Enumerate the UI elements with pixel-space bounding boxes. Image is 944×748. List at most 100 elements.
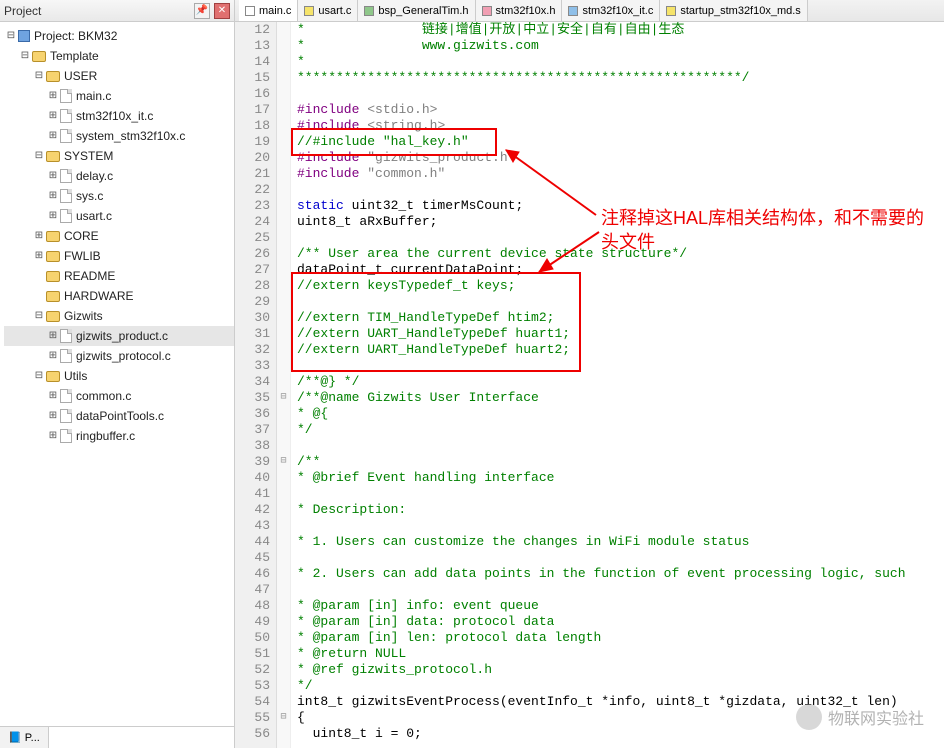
editor-tab[interactable]: bsp_GeneralTim.h (358, 0, 475, 21)
line-number: 17 (235, 102, 270, 118)
expand-icon[interactable]: ⊟ (18, 47, 32, 65)
expand-icon[interactable]: ⊞ (46, 87, 60, 105)
expand-icon[interactable]: ⊟ (32, 67, 46, 85)
editor-tab[interactable]: main.c (239, 0, 298, 21)
line-number: 42 (235, 502, 270, 518)
expand-icon[interactable]: ⊞ (46, 407, 60, 425)
tree-item[interactable]: ⊞delay.c (4, 166, 234, 186)
tree-item[interactable]: ⊞stm32f10x_it.c (4, 106, 234, 126)
tree-item[interactable]: ⊞CORE (4, 226, 234, 246)
editor-tab[interactable]: stm32f10x.h (476, 0, 563, 21)
code-line[interactable] (291, 438, 944, 454)
code-line[interactable]: /**@} */ (291, 374, 944, 390)
fold-toggle[interactable]: ⊟ (277, 390, 290, 406)
code-line[interactable] (291, 486, 944, 502)
editor-tab[interactable]: stm32f10x_it.c (562, 0, 660, 21)
expand-icon[interactable]: ⊞ (32, 227, 46, 245)
code-line[interactable]: * Description: (291, 502, 944, 518)
expand-icon[interactable]: ⊞ (46, 187, 60, 205)
code-line[interactable]: //#include "hal_key.h" (291, 134, 944, 150)
code-line[interactable]: */ (291, 678, 944, 694)
tree-item[interactable]: ⊟SYSTEM (4, 146, 234, 166)
fold-toggle (277, 550, 290, 566)
footer-tab[interactable]: 📘 P... (0, 727, 49, 748)
tree-item[interactable]: ⊞gizwits_product.c (4, 326, 234, 346)
file-c-icon (60, 129, 72, 143)
code-line[interactable]: * @return NULL (291, 646, 944, 662)
editor-tab[interactable]: startup_stm32f10x_md.s (660, 0, 807, 21)
tree-item[interactable]: ⊞system_stm32f10x.c (4, 126, 234, 146)
code-line[interactable]: /** (291, 454, 944, 470)
tree-item[interactable]: ⊟ Template (4, 46, 234, 66)
tree-item[interactable]: HARDWARE (4, 286, 234, 306)
code-line[interactable] (291, 86, 944, 102)
code-line[interactable]: * (291, 54, 944, 70)
expand-icon[interactable]: ⊞ (46, 387, 60, 405)
code-line[interactable]: //extern UART_HandleTypeDef huart2; (291, 342, 944, 358)
tree-item[interactable]: ⊞gizwits_protocol.c (4, 346, 234, 366)
tree-item[interactable]: ⊟Utils (4, 366, 234, 386)
code-line[interactable]: */ (291, 422, 944, 438)
expand-icon[interactable]: ⊞ (32, 247, 46, 265)
code-line[interactable] (291, 358, 944, 374)
code-line[interactable]: //extern keysTypedef_t keys; (291, 278, 944, 294)
code-line[interactable] (291, 582, 944, 598)
tree-item[interactable]: ⊞ringbuffer.c (4, 426, 234, 446)
project-tree[interactable]: ⊟Project: BKM32⊟Template⊟USER⊞main.c⊞stm… (0, 22, 234, 446)
code-line[interactable]: * @param [in] info: event queue (291, 598, 944, 614)
code-line[interactable] (291, 550, 944, 566)
code-line[interactable]: //extern TIM_HandleTypeDef htim2; (291, 310, 944, 326)
code-line[interactable]: * @ref gizwits_protocol.h (291, 662, 944, 678)
code-line[interactable]: //extern UART_HandleTypeDef huart1; (291, 326, 944, 342)
tree-item[interactable]: ⊞common.c (4, 386, 234, 406)
tree-item[interactable]: README (4, 266, 234, 286)
code-line[interactable]: * 链接|增值|开放|中立|安全|自有|自由|生态 (291, 22, 944, 38)
code-line[interactable]: * @{ (291, 406, 944, 422)
tree-item[interactable]: ⊟USER (4, 66, 234, 86)
line-number: 50 (235, 630, 270, 646)
code-line[interactable]: * @brief Event handling interface (291, 470, 944, 486)
code-line[interactable]: * 1. Users can customize the changes in … (291, 534, 944, 550)
code-line[interactable]: * @param [in] len: protocol data length (291, 630, 944, 646)
expand-icon[interactable]: ⊞ (46, 207, 60, 225)
tree-label: Template (50, 47, 99, 65)
expand-icon[interactable]: ⊞ (46, 347, 60, 365)
code-line[interactable]: * @param [in] data: protocol data (291, 614, 944, 630)
code-line[interactable]: #include "common.h" (291, 166, 944, 182)
tree-item[interactable]: ⊞dataPointTools.c (4, 406, 234, 426)
tree-item[interactable]: ⊞sys.c (4, 186, 234, 206)
code-area[interactable]: 注释掉这HAL库相关结构体，和不需要的 头文件 * 链接|增值|开放|中立|安全… (291, 22, 944, 748)
expand-icon[interactable]: ⊞ (46, 107, 60, 125)
tree-item[interactable]: ⊟Gizwits (4, 306, 234, 326)
tree-item[interactable]: ⊟Project: BKM32 (4, 26, 234, 46)
code-line[interactable]: #include "gizwits_product.h" (291, 150, 944, 166)
expand-icon[interactable]: ⊞ (46, 127, 60, 145)
code-line[interactable]: * www.gizwits.com (291, 38, 944, 54)
expand-icon[interactable]: ⊟ (32, 307, 46, 325)
code-line[interactable]: /**@name Gizwits User Interface (291, 390, 944, 406)
fold-toggle[interactable]: ⊟ (277, 454, 290, 470)
code-line[interactable]: #include <stdio.h> (291, 102, 944, 118)
editor-tab[interactable]: usart.c (298, 0, 358, 21)
code-line[interactable]: #include <string.h> (291, 118, 944, 134)
code-line[interactable]: * 2. Users can add data points in the fu… (291, 566, 944, 582)
tree-item[interactable]: ⊞usart.c (4, 206, 234, 226)
code-line[interactable]: ****************************************… (291, 70, 944, 86)
expand-icon[interactable]: ⊟ (32, 147, 46, 165)
expand-icon[interactable]: ⊟ (32, 367, 46, 385)
tree-item[interactable]: ⊞main.c (4, 86, 234, 106)
line-number: 28 (235, 278, 270, 294)
line-number: 56 (235, 726, 270, 742)
expand-icon[interactable]: ⊟ (4, 27, 18, 45)
expand-icon[interactable]: ⊞ (46, 327, 60, 345)
close-panel-button[interactable]: ✕ (214, 3, 230, 19)
pin-button[interactable]: 📌 (194, 3, 210, 19)
code-line[interactable]: dataPoint_t currentDataPoint; (291, 262, 944, 278)
code-line[interactable] (291, 518, 944, 534)
expand-icon[interactable]: ⊞ (46, 427, 60, 445)
expand-icon[interactable]: ⊞ (46, 167, 60, 185)
code-line[interactable] (291, 182, 944, 198)
code-line[interactable] (291, 294, 944, 310)
fold-toggle[interactable]: ⊟ (277, 710, 290, 726)
tree-item[interactable]: ⊞FWLIB (4, 246, 234, 266)
